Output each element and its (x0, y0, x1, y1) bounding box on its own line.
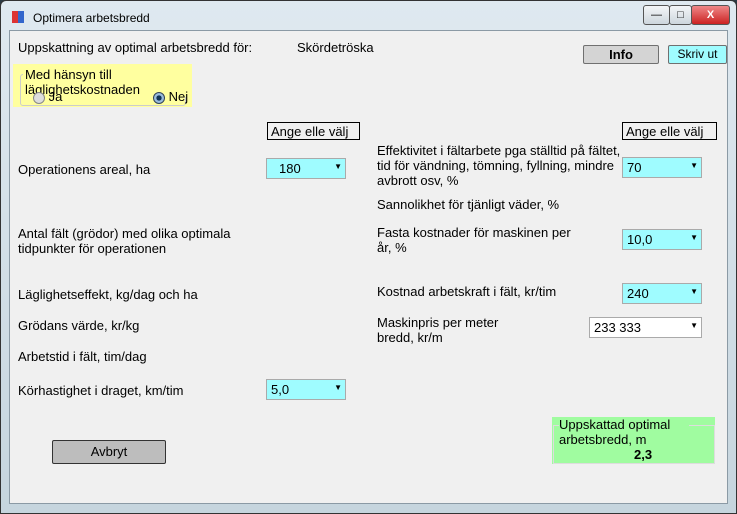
chevron-down-icon: ▼ (690, 161, 698, 170)
fixed-cost-label: Fasta kostnader för maskinen per år, % (377, 225, 571, 255)
header-label: Uppskattning av optimal arbetsbredd för: (18, 40, 253, 55)
area-value: 180 (279, 161, 301, 176)
close-button[interactable]: X (691, 5, 730, 25)
price-label: Maskinpris per meter bredd, kr/m (377, 315, 499, 345)
price-combo[interactable]: 233 333 ▼ (589, 317, 702, 338)
efficiency-value: 70 (627, 160, 642, 175)
result-value: 2,3 (634, 447, 653, 462)
chevron-down-icon: ▼ (690, 287, 698, 296)
labour-value: 240 (627, 286, 649, 301)
result-title: Uppskattad optimal arbetsbredd, m (559, 417, 689, 447)
cancel-button[interactable]: Avbryt (52, 440, 166, 464)
window-title: Optimera arbetsbredd (33, 11, 150, 25)
radio-ja-label: Ja (48, 89, 63, 104)
minimize-button[interactable]: — (643, 5, 670, 25)
speed-value: 5,0 (271, 382, 290, 397)
right-hint: Ange elle välj (622, 122, 717, 140)
timeliness-label: Läglighetseffekt, kg/dag och ha (18, 287, 198, 302)
area-combo[interactable]: 180 ▼ (266, 158, 346, 179)
machine-name: Skördetröska (297, 40, 374, 55)
radio-ja[interactable]: Ja (33, 89, 62, 104)
efficiency-label: Effektivitet i fältarbete pga ställtid p… (377, 143, 621, 188)
area-label: Operationens areal, ha (18, 162, 151, 177)
result-group: Uppskattad optimal arbetsbredd, m 2,3 (552, 417, 715, 464)
fields-label: Antal fält (grödor) med olika optimala t… (18, 226, 231, 256)
radio-nej-label: Nej (168, 89, 189, 104)
speed-combo[interactable]: 5,0 ▼ (266, 379, 346, 400)
chevron-down-icon: ▼ (334, 162, 342, 171)
timeliness-group: Med hänsyn till läglighetskostnaden Ja N… (13, 64, 192, 107)
fixed-cost-combo[interactable]: 10,0 ▼ (622, 229, 702, 250)
app-icon (12, 11, 24, 23)
weather-label: Sannolikhet för tjänligt väder, % (377, 197, 560, 212)
radio-nej[interactable]: Nej (153, 89, 188, 104)
speed-label: Körhastighet i draget, km/tim (18, 383, 184, 398)
labour-combo[interactable]: 240 ▼ (622, 283, 702, 304)
labour-label: Kostnad arbetskraft i fält, kr/tim (377, 284, 557, 299)
efficiency-combo[interactable]: 70 ▼ (622, 157, 702, 178)
price-value: 233 333 (594, 320, 641, 335)
print-button[interactable]: Skriv ut (668, 45, 727, 64)
fixed-cost-value: 10,0 (627, 232, 653, 247)
chevron-down-icon: ▼ (690, 233, 698, 242)
left-hint: Ange elle välj (267, 122, 360, 140)
chevron-down-icon: ▼ (690, 321, 698, 330)
info-button[interactable]: Info (583, 45, 659, 64)
maximize-button[interactable]: □ (669, 5, 692, 25)
chevron-down-icon: ▼ (334, 383, 342, 392)
worktime-label: Arbetstid i fält, tim/dag (18, 349, 147, 364)
crop-value-label: Grödans värde, kr/kg (18, 318, 140, 333)
